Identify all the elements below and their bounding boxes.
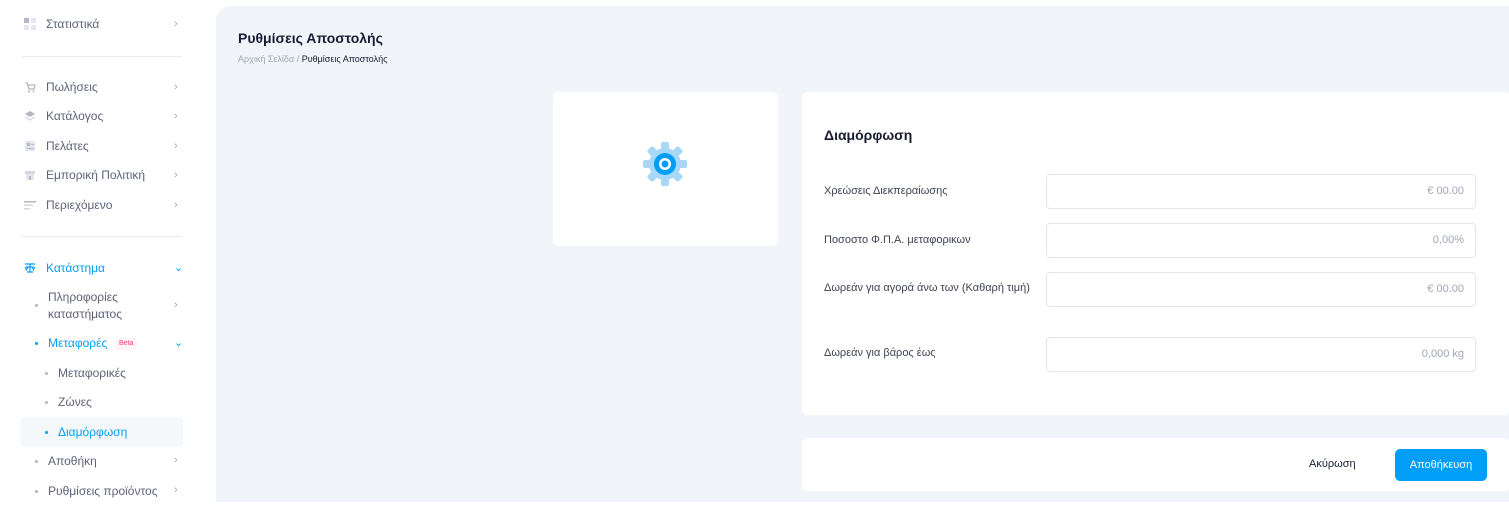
sidebar-item-label: Πωλήσεις [46,80,98,94]
handling-fee-input[interactable]: € 00.00 [1046,174,1476,209]
chevron-right-icon: › [174,81,178,93]
grid-icon [24,18,36,30]
bullet-icon [35,490,38,493]
sidebar-item-commercial-policy[interactable]: Εμπορική Πολιτική › [0,162,200,188]
sidebar-item-label: Κατάλογος [46,109,104,123]
free-shipping-weight-label: Δωρεάν για βάρος έως [824,347,936,359]
sidebar-item-product-settings[interactable]: Ρυθμίσεις προϊόντος › [0,484,200,510]
sidebar-item-configuration[interactable]: Διαμόρφωση [0,425,200,451]
chevron-right-icon: › [174,169,178,181]
bullet-icon [45,372,48,375]
layers-icon [24,110,36,122]
sidebar-item-label: Αποθήκη [48,454,97,468]
main-content: Ρυθμίσεις Αποστολής Αρχική Σελίδα / Ρυθμ… [216,6,1509,502]
sidebar: Στατιστικά › Πωλήσεις › Κατάλογος › Πελά… [0,0,200,502]
breadcrumb-home[interactable]: Αρχική Σελίδα [238,54,294,64]
sidebar-item-label: Ρυθμίσεις προϊόντος [48,484,158,498]
sidebar-item-label: Διαμόρφωση [58,425,128,439]
handling-fee-label: Χρεώσεις Διεκπεραίωσης [824,185,948,197]
cart-icon [24,81,36,93]
divider [22,56,182,57]
divider [22,236,182,237]
sidebar-item-store-info[interactable]: Πληροφορίες καταστήματος › [0,289,200,323]
free-shipping-weight-input[interactable]: 0,000 kg [1046,337,1476,372]
chevron-right-icon: › [174,484,178,496]
sidebar-item-label: καταστήματος [48,307,122,321]
bullet-icon [45,431,48,434]
actions-bar: Ακύρωση Αποθήκευση [802,438,1509,491]
sidebar-item-warehouse[interactable]: Αποθήκη › [0,454,200,480]
sidebar-item-store[interactable]: Κατάστημα ⌄ [0,255,200,281]
sidebar-item-customers[interactable]: Πελάτες › [0,133,200,159]
save-button[interactable]: Αποθήκευση [1395,449,1487,481]
sidebar-item-label: Μεταφορές [48,336,108,350]
breadcrumb-current: Ρυθμίσεις Αποστολής [301,54,388,64]
chevron-down-icon: ⌄ [174,262,184,274]
chevron-right-icon: › [174,110,178,122]
cancel-button[interactable]: Ακύρωση [1309,453,1356,475]
store-icon [24,262,36,274]
sidebar-item-label: Πληροφορίες [48,290,118,304]
shipping-vat-input[interactable]: 0,00% [1046,223,1476,258]
form-title: Διαμόρφωση [824,127,913,143]
sidebar-item-catalog[interactable]: Κατάλογος › [0,103,200,129]
sidebar-item-label: Περιεχόμενο [46,198,113,212]
text-lines-icon [24,199,36,211]
gear-icon [643,142,687,186]
bullet-icon [45,401,48,404]
chevron-right-icon: › [174,18,178,30]
bullet-icon [35,342,38,345]
chevron-right-icon: › [174,199,178,211]
configuration-form-card: Διαμόρφωση Χρεώσεις Διεκπεραίωσης € 00.0… [802,92,1509,415]
sidebar-item-content[interactable]: Περιεχόμενο › [0,192,200,218]
sidebar-item-carriers[interactable]: Μεταφορικές [0,366,200,392]
page-title: Ρυθμίσεις Αποστολής [238,30,383,46]
sidebar-item-shipping[interactable]: Μεταφορές ⌄ [0,336,200,362]
sidebar-item-stats[interactable]: Στατιστικά › [0,11,200,37]
free-shipping-price-label: Δωρεάν για αγορά άνω των (Καθαρή τιμή) [824,282,1030,294]
breadcrumb-separator: / [296,54,300,64]
breadcrumb: Αρχική Σελίδα / Ρυθμίσεις Αποστολής [238,54,387,64]
chevron-down-icon: ⌄ [174,337,184,349]
chevron-right-icon: › [174,454,178,466]
shop-icon [24,169,36,181]
sidebar-item-label: Εμπορική Πολιτική [46,168,146,182]
illustration-card [553,92,778,246]
beta-badge: Beta [115,338,138,350]
sidebar-item-label: Ζώνες [58,395,92,409]
chevron-right-icon: › [174,140,178,152]
contacts-icon [24,140,36,152]
sidebar-item-label: Στατιστικά [46,17,100,31]
bullet-icon [35,304,38,307]
sidebar-item-label: Πελάτες [46,139,89,153]
sidebar-item-label: Μεταφορικές [58,366,126,380]
free-shipping-price-input[interactable]: € 00.00 [1046,272,1476,307]
sidebar-item-sales[interactable]: Πωλήσεις › [0,74,200,100]
sidebar-item-label: Κατάστημα [46,261,105,275]
bullet-icon [35,460,38,463]
chevron-right-icon: › [174,299,178,311]
shipping-vat-label: Ποσοστο Φ.Π.Α. μεταφορικων [824,234,971,246]
